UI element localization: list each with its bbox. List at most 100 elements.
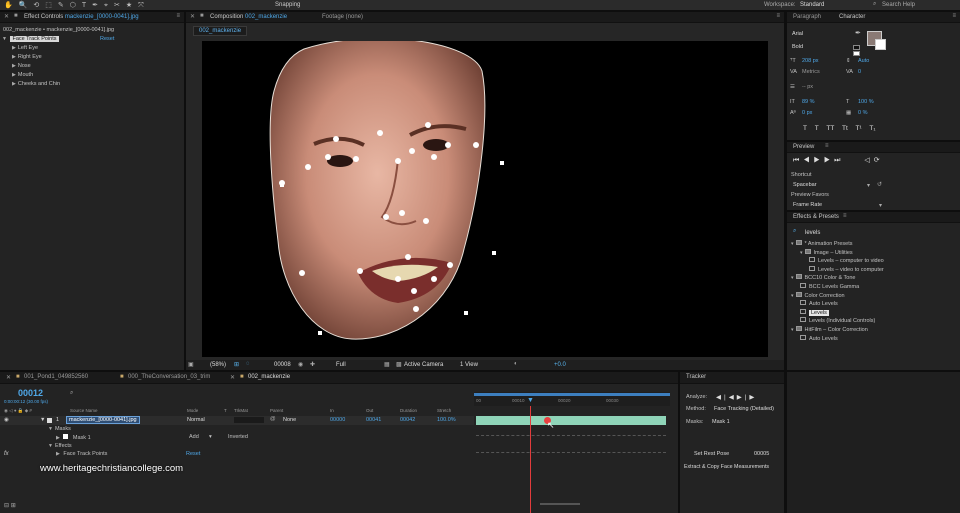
- close-icon[interactable]: ✕: [230, 374, 235, 381]
- expand-arrow-icon[interactable]: ▾: [791, 293, 794, 299]
- paragraph-tab[interactable]: Paragraph: [793, 14, 821, 20]
- layer-row[interactable]: ◉ ▼ 1 mackenzie_[0000-0041].jpg Normal @…: [0, 416, 474, 425]
- layer-duration-bar[interactable]: [476, 416, 666, 425]
- expand-arrow-icon[interactable]: ▶: [56, 451, 60, 457]
- analyze-back-icon[interactable]: ◀: [729, 394, 737, 401]
- effects-tree-item[interactable]: Levels – video to computer: [809, 265, 884, 273]
- tool-icons[interactable]: ✋🔍⟲⬚✎⬡T✒⌖✂★⤧: [4, 1, 150, 10]
- resolution-select[interactable]: Full: [336, 362, 346, 368]
- layer-mode[interactable]: Normal: [187, 417, 205, 423]
- effect-row[interactable]: ▼ Face Track Points Reset: [2, 36, 182, 42]
- expand-arrow-icon[interactable]: ▶: [56, 435, 60, 441]
- effects-tree-item[interactable]: Auto Levels: [800, 300, 838, 307]
- tsume-value[interactable]: 0 %: [858, 110, 867, 116]
- close-icon[interactable]: ✕: [6, 374, 11, 381]
- timecode-display[interactable]: 00008: [274, 362, 291, 368]
- channel-icon[interactable]: ✚: [310, 361, 315, 368]
- mask-visibility-icon[interactable]: ◌: [246, 361, 250, 367]
- effects-tree-item[interactable]: ▾ * Animation Presets: [791, 240, 853, 247]
- mask-row[interactable]: ▶ Mask 1 Add ▾ Inverted: [56, 434, 476, 441]
- composition-tab-name[interactable]: 002_mackenzie: [245, 14, 287, 20]
- effects-tree-item[interactable]: Levels – computer to video: [809, 257, 884, 264]
- small-caps-button[interactable]: Tt: [842, 125, 848, 132]
- close-icon[interactable]: ✕: [190, 13, 195, 20]
- set-rest-pose-button[interactable]: Set Rest Pose: [694, 451, 729, 457]
- workspace-select[interactable]: Standard: [800, 2, 824, 8]
- playhead-handle[interactable]: ▼: [527, 397, 534, 404]
- footage-tab[interactable]: Footage (none): [322, 14, 363, 20]
- swatch-white[interactable]: [853, 51, 860, 56]
- analyze-forward-1-icon[interactable]: |▶: [745, 394, 758, 401]
- panel-menu-icon[interactable]: ≡: [776, 13, 780, 19]
- timeline-effect-reset[interactable]: Reset: [186, 451, 200, 457]
- expand-arrow-icon[interactable]: ▼: [2, 36, 7, 42]
- effects-tree-item[interactable]: BCC Levels Gamma: [800, 283, 859, 290]
- zoom-select[interactable]: (58%): [210, 362, 226, 368]
- always-preview-icon[interactable]: ▣: [188, 361, 194, 368]
- panel-menu-icon[interactable]: ≡: [843, 213, 847, 219]
- region-icon[interactable]: ▦: [384, 361, 390, 368]
- panel-menu-icon[interactable]: ≡: [176, 13, 180, 19]
- expand-arrow-icon[interactable]: ▼: [40, 417, 45, 423]
- effect-item-left-eye[interactable]: ▶ Left Eye: [12, 45, 38, 51]
- layer-name[interactable]: mackenzie_[0000-0041].jpg: [66, 416, 140, 424]
- expand-arrow-icon[interactable]: ▶: [12, 54, 16, 60]
- exposure-icon[interactable]: ◐: [514, 361, 518, 367]
- tracking-value[interactable]: 0: [858, 69, 861, 75]
- audio-icon[interactable]: ◁: [864, 157, 873, 164]
- effects-tree-item[interactable]: ▾ HitFilm – Color Correction: [791, 326, 868, 333]
- prev-frame-icon[interactable]: ◀: [803, 157, 813, 164]
- font-style-select[interactable]: Bold: [790, 43, 850, 51]
- expand-arrow-icon[interactable]: ▶: [12, 81, 16, 87]
- first-frame-icon[interactable]: ⏮: [793, 157, 803, 164]
- favors-dropdown-icon[interactable]: ▾: [879, 202, 882, 209]
- effects-tree-item[interactable]: ▾ Color Correction: [791, 291, 845, 299]
- camera-select[interactable]: Active Camera: [404, 362, 443, 368]
- extract-measurements-button[interactable]: Extract & Copy Face Measurements: [684, 464, 769, 470]
- expand-arrow-icon[interactable]: ▶: [12, 45, 16, 51]
- effects-tree-item[interactable]: Levels: [800, 308, 829, 316]
- shortcut-dropdown-icon[interactable]: ▾: [867, 182, 870, 189]
- preview-favors-select[interactable]: Frame Rate: [793, 202, 822, 208]
- effect-item-nose[interactable]: ▶ Nose: [12, 63, 31, 69]
- lock-icon[interactable]: ■: [200, 13, 204, 19]
- zoom-slider[interactable]: [540, 503, 580, 505]
- layer-duration[interactable]: 00042: [400, 417, 415, 423]
- font-family-select[interactable]: Arial: [790, 30, 850, 38]
- kerning-value[interactable]: Metrics: [802, 69, 820, 75]
- loop-icon[interactable]: ⟳: [874, 157, 884, 164]
- next-frame-icon[interactable]: ▶: [824, 157, 834, 164]
- label-color-swatch[interactable]: [47, 418, 52, 423]
- timeline-tab-2[interactable]: 000_TheConversation_03_trim: [128, 374, 210, 380]
- subscript-button[interactable]: T₁: [869, 125, 875, 132]
- effect-controls-tab[interactable]: Effect Controls: [24, 14, 63, 20]
- effect-reset-link[interactable]: Reset: [100, 36, 114, 42]
- horizontal-scale-value[interactable]: 100 %: [858, 99, 874, 105]
- timeline-effect-row[interactable]: ▶ Face Track Points Reset: [56, 451, 476, 457]
- mask-mode-dropdown-icon[interactable]: ▾: [209, 434, 212, 440]
- transparency-icon[interactable]: ▩: [396, 361, 402, 368]
- all-caps-button[interactable]: TT: [826, 125, 834, 132]
- snapshot-icon[interactable]: ◉: [298, 361, 303, 368]
- mask-mode[interactable]: Add: [189, 434, 199, 440]
- trkmat-select[interactable]: [234, 417, 264, 423]
- search-icon[interactable]: ⌕: [70, 390, 73, 397]
- work-area-bar[interactable]: [474, 393, 670, 396]
- effects-tree-item[interactable]: ▾ BCC10 Color & Tone: [791, 274, 855, 281]
- effects-search-input[interactable]: levels: [805, 230, 820, 236]
- comp-chip[interactable]: 002_mackenzie: [193, 26, 248, 36]
- stroke-width-value[interactable]: -- px: [802, 84, 813, 90]
- view-select[interactable]: 1 View: [460, 362, 478, 368]
- shortcut-select[interactable]: Spacebar: [793, 182, 817, 188]
- panel-menu-icon[interactable]: ≡: [825, 143, 829, 149]
- masks-value-tracker[interactable]: Mask 1: [712, 419, 730, 425]
- visibility-icon[interactable]: ◉: [4, 417, 9, 423]
- close-icon[interactable]: ✕: [4, 13, 9, 20]
- faux-italic-button[interactable]: T: [815, 125, 819, 132]
- current-time-indicator[interactable]: [530, 406, 531, 513]
- exposure-value[interactable]: +0.0: [554, 362, 566, 368]
- play-icon[interactable]: ▶: [814, 157, 824, 164]
- expand-arrow-icon[interactable]: ▼: [48, 426, 53, 432]
- search-icon[interactable]: ⌕: [873, 1, 876, 8]
- baseline-value[interactable]: 0 px: [802, 110, 812, 116]
